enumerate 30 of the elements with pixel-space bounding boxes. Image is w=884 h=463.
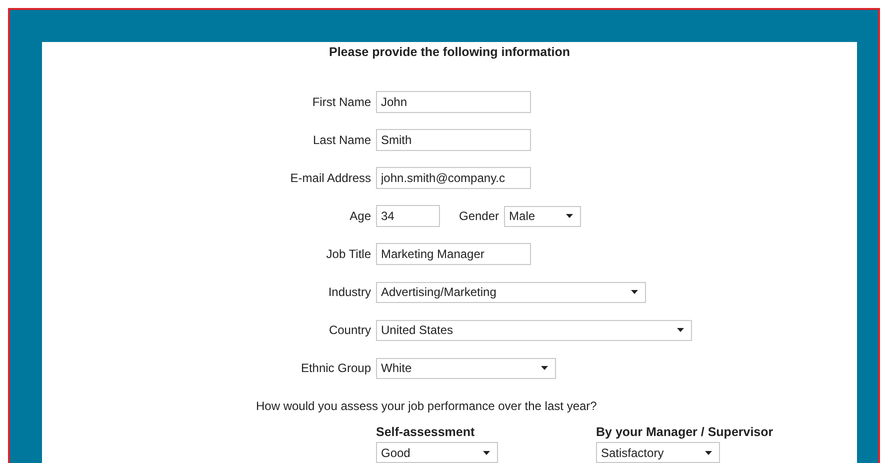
dropdown[interactable]: United States: [376, 320, 692, 340]
field-label: Last Name: [312, 133, 371, 147]
text-field[interactable]: Marketing Manager: [376, 243, 531, 265]
field-label: Industry: [328, 285, 371, 299]
text-field[interactable]: John: [376, 91, 531, 113]
field-label: E-mail Address: [290, 171, 371, 185]
caret-icon: [677, 328, 684, 332]
caret-icon: [705, 450, 712, 454]
text-field[interactable]: john.smith@company.c: [376, 167, 531, 189]
text-field[interactable]: Smith: [376, 129, 531, 151]
caret-icon: [483, 450, 490, 454]
field-label: Gender: [459, 209, 500, 223]
caret-icon: [631, 290, 638, 294]
caret-icon: [541, 366, 548, 370]
column-heading: By your Manager / Supervisor: [596, 425, 774, 439]
field-label: Country: [328, 323, 371, 337]
dropdown[interactable]: White: [376, 358, 556, 378]
column-heading: Self-assessment: [376, 425, 475, 439]
dropdown[interactable]: Satisfactory: [596, 442, 720, 463]
dropdown[interactable]: Advertising/Marketing: [376, 282, 646, 302]
dropdown[interactable]: Good: [376, 442, 498, 463]
caret-icon: [566, 214, 574, 218]
field-label: Age: [350, 209, 371, 223]
text-field[interactable]: 34: [376, 205, 440, 227]
field-label: Job Title: [326, 247, 371, 261]
dropdown[interactable]: Male: [504, 206, 582, 226]
form-title: Please provide the following information: [328, 44, 571, 61]
question-text: How would you assess your job performance over the last year?: [256, 399, 598, 415]
field-label: First Name: [312, 95, 371, 109]
field-label: Ethnic Group: [300, 361, 371, 375]
